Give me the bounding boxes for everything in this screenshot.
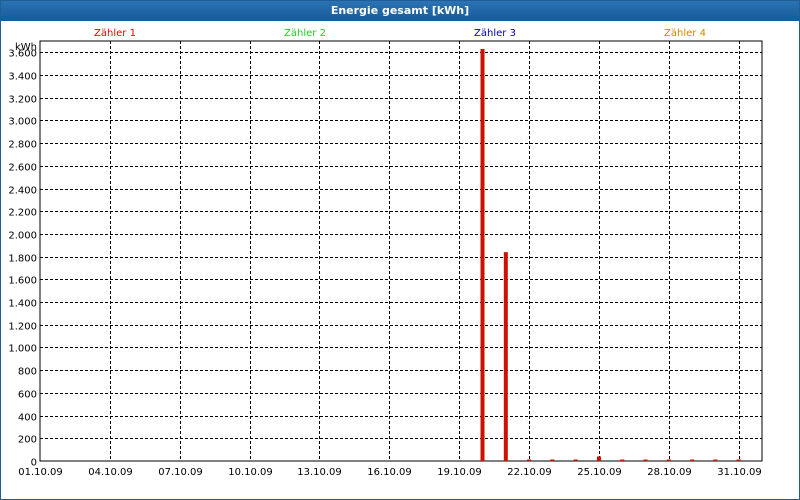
y-tick-label: 2.200 [8, 208, 37, 219]
legend-entry: Zähler 4 [664, 28, 706, 39]
bar [620, 459, 625, 461]
y-tick-label: 2.400 [8, 186, 37, 197]
y-tick-label: 3.400 [8, 72, 37, 83]
bar [690, 459, 695, 461]
y-tick-label: 1.000 [8, 344, 37, 355]
energy-chart: 02004006008001.0001.2001.4001.6001.8002.… [8, 28, 763, 478]
y-tick-label: 200 [18, 435, 37, 446]
bar [527, 459, 532, 461]
y-tick-label: 600 [18, 390, 37, 401]
bar [480, 48, 485, 461]
x-tick-label: 28.10.09 [647, 467, 692, 478]
x-tick-label: 04.10.09 [88, 467, 133, 478]
x-tick-label: 31.10.09 [717, 467, 762, 478]
y-tick-label: 3.200 [8, 95, 37, 106]
y-tick-label: 1.800 [8, 254, 37, 265]
x-tick-label: 19.10.09 [437, 467, 482, 478]
bar [503, 252, 508, 461]
y-tick-label: 800 [18, 367, 37, 378]
legend-entry: Zähler 1 [94, 28, 136, 39]
legend-entry: Zähler 2 [284, 28, 326, 39]
x-tick-label: 25.10.09 [577, 467, 622, 478]
bar [713, 459, 718, 461]
y-tick-label: 1.400 [8, 299, 37, 310]
x-tick-label: 07.10.09 [158, 467, 203, 478]
x-tick-label: 13.10.09 [297, 467, 342, 478]
bar [736, 459, 741, 461]
y-tick-label: 400 [18, 413, 37, 424]
y-tick-label: 3.000 [8, 117, 37, 128]
bar [596, 456, 601, 461]
x-tick-label: 16.10.09 [367, 467, 412, 478]
y-axis-label: kWh [15, 42, 37, 53]
bar [550, 459, 555, 461]
x-tick-label: 22.10.09 [507, 467, 552, 478]
y-tick-label: 2.000 [8, 231, 37, 242]
bar [666, 459, 671, 461]
x-tick-label: 01.10.09 [18, 467, 63, 478]
y-tick-label: 2.800 [8, 140, 37, 151]
y-tick-label: 2.600 [8, 163, 37, 174]
y-tick-label: 1.200 [8, 322, 37, 333]
legend-entry: Zähler 3 [474, 28, 516, 39]
x-tick-label: 10.10.09 [228, 467, 273, 478]
plot-area [39, 40, 763, 462]
y-tick-label: 1.600 [8, 276, 37, 287]
bar [573, 459, 578, 461]
bar [643, 459, 648, 461]
